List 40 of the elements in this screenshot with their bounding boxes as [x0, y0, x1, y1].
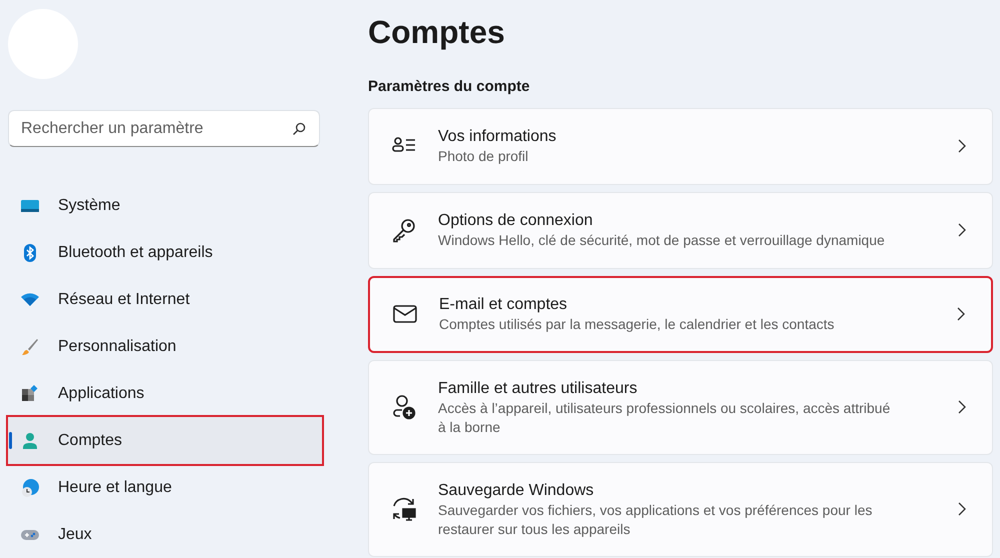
paintbrush-icon — [20, 336, 40, 356]
page-title: Comptes — [368, 13, 505, 52]
card-title: Vos informations — [438, 127, 558, 147]
sidebar-item[interactable]: Personnalisation — [8, 323, 322, 370]
card-title: E-mail et comptes — [439, 295, 568, 315]
card-description: Accès à l’appareil, utilisateurs professionnels ou scolaires, accès attribué à la borne — [438, 398, 892, 436]
person-add-icon — [390, 393, 418, 421]
chevron-right-icon — [958, 139, 966, 153]
settings-card[interactable]: Famille et autres utilisateurs Accès à l’appareil, utilisateurs professionnels ou scolaires, accès attribué à la borne — [368, 360, 993, 454]
chevron-right-icon — [958, 400, 966, 414]
card-title: Famille et autres utilisateurs — [438, 378, 638, 398]
settings-card[interactable]: Vos informations Photo de profil — [368, 108, 993, 184]
search-field[interactable]: Rechercher un paramètre — [8, 110, 320, 147]
sidebar-item[interactable]: Comptes — [8, 417, 322, 464]
sidebar-item[interactable]: Système — [8, 182, 322, 229]
globe-clock-icon — [20, 478, 40, 498]
card-title: Options de connexion — [438, 211, 594, 231]
sidebar-item[interactable]: Heure et langue — [8, 464, 322, 511]
card-description: Photo de profil — [438, 147, 530, 166]
settings-card[interactable]: Options de connexion Windows Hello, clé de sécurité, mot de passe et verrouillage dynamique — [368, 192, 993, 268]
chevron-right-icon — [958, 223, 966, 237]
card-description: Comptes utilisés par la messagerie, le calendrier et les contacts — [439, 315, 836, 334]
chevron-right-icon — [958, 502, 966, 516]
settings-card[interactable]: E-mail et comptes Comptes utilisés par la messagerie, le calendrier et les contacts — [368, 276, 993, 352]
section-heading: Paramètres du compte — [368, 77, 530, 97]
chevron-right-icon — [957, 307, 965, 321]
key-icon — [390, 216, 418, 244]
sidebar-item[interactable]: Réseau et Internet — [8, 276, 322, 323]
card-description: Windows Hello, clé de sécurité, mot de passe et verrouillage dynamique — [438, 231, 886, 250]
selection-indicator — [9, 432, 12, 449]
sidebar-item[interactable]: Bluetooth et appareils — [8, 229, 322, 276]
person-icon — [20, 430, 40, 450]
sidebar-item[interactable]: Applications — [8, 370, 322, 417]
settings-card[interactable]: Sauvegarde Windows Sauvegarder vos fichiers, vos applications et vos préférences pour les restaurer sur tous les appareils — [368, 462, 993, 556]
card-description: Sauvegarder vos fichiers, vos applications et vos préférences pour les restaurer sur tous les appareils — [438, 500, 874, 538]
search-icon — [292, 122, 306, 136]
backup-sync-icon — [390, 495, 418, 523]
apps-icon — [20, 384, 40, 404]
card-title: Sauvegarde Windows — [438, 480, 595, 500]
sidebar-item[interactable]: Jeux — [8, 511, 322, 558]
